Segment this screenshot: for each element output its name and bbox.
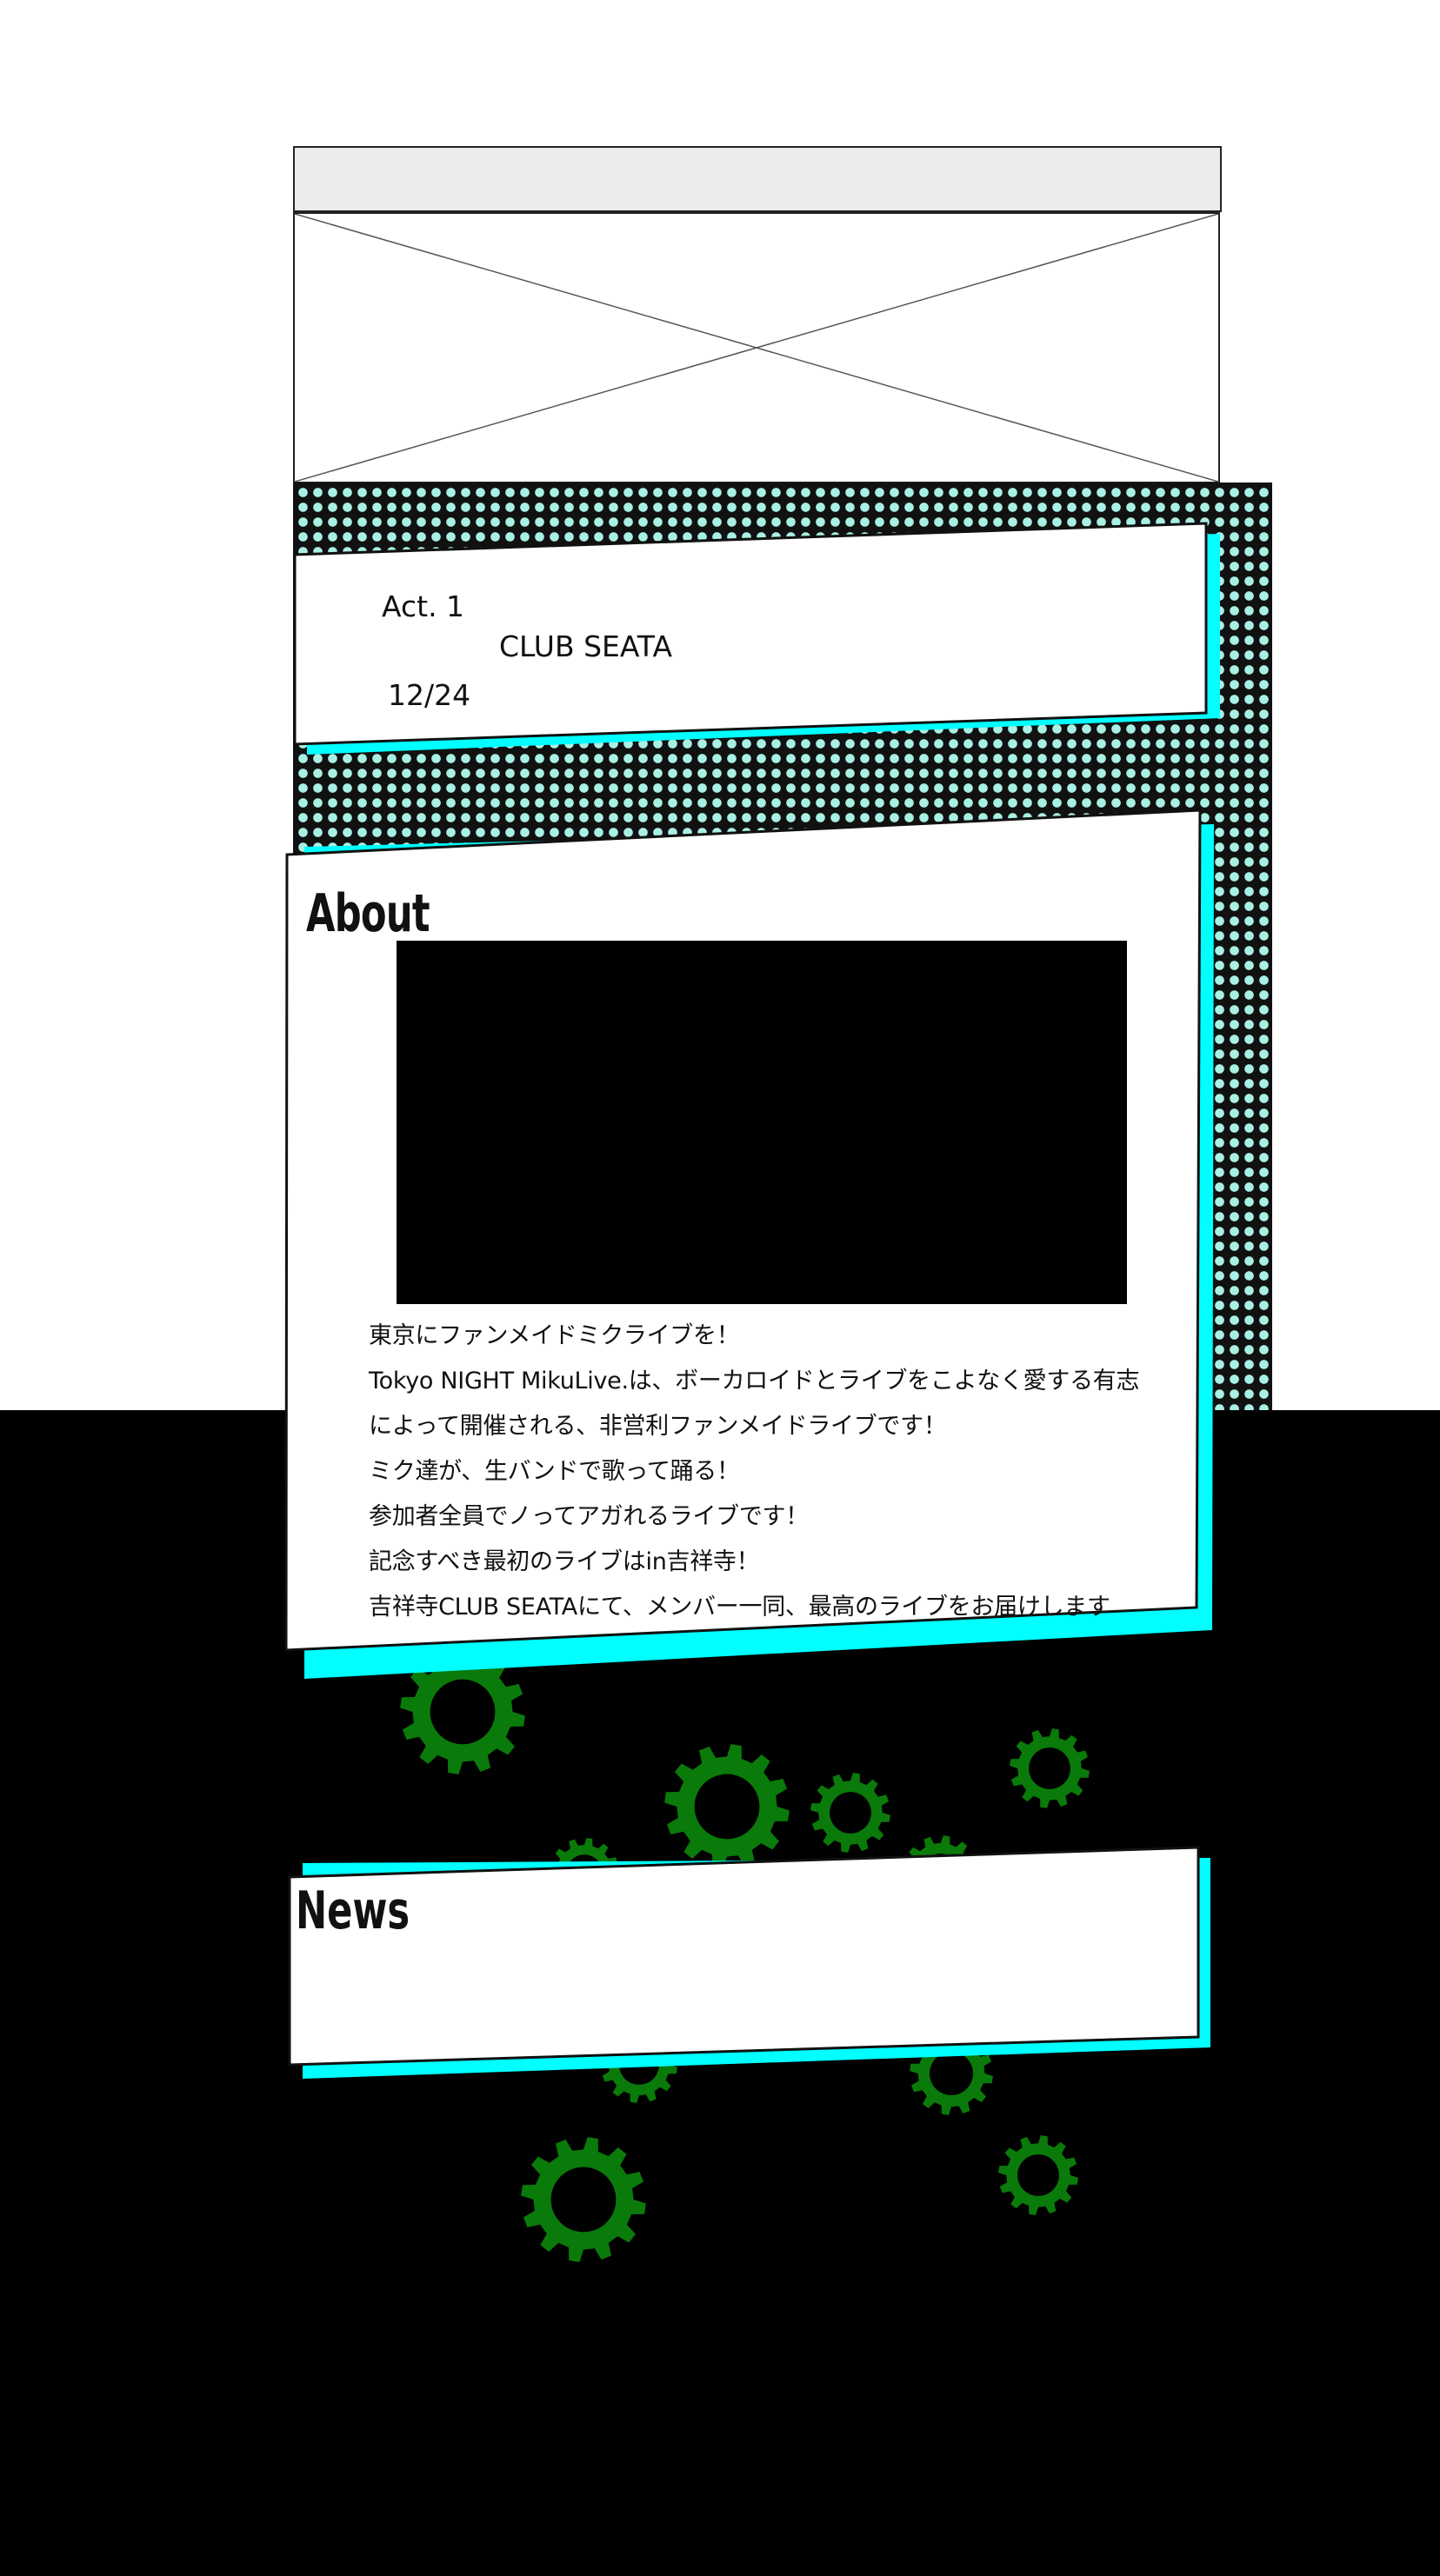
about-text-line: によって開催される、非営利ファンメイドライブです！: [369, 1413, 947, 1440]
about-section: About 東京にファンメイドミクライブを！ Tokyo NIGHT MikuL…: [283, 807, 1214, 1679]
about-text-line: 吉祥寺CLUB SEATAにて、メンバー一同、最高のライブをお届けします: [369, 1594, 1110, 1621]
news-heading: News: [296, 1880, 410, 1941]
about-text-line: ミク達が、生バンドで歌って踊る！: [369, 1458, 740, 1485]
news-section: News: [287, 1846, 1210, 2079]
video-embed[interactable]: [397, 941, 1127, 1304]
about-heading: About: [306, 883, 430, 944]
about-text-line: 記念すべき最初のライブはin吉祥寺！: [369, 1548, 760, 1575]
about-text-line: Tokyo NIGHT MikuLive.は、ボーカロイドとライブをこよなく愛す…: [369, 1368, 1140, 1395]
card-border: [293, 522, 1208, 746]
event-info-card: Act. 1 CLUB SEATA 12/24: [293, 522, 1220, 755]
about-text-line: 参加者全員でノってアガれるライブです！: [369, 1503, 809, 1530]
gear-icon: [810, 1773, 890, 1853]
venue-name: CLUB SEATA: [499, 629, 673, 663]
gear-icon: [521, 2137, 646, 2262]
card-border: [288, 1846, 1200, 2067]
gear-icon: [1010, 1728, 1090, 1808]
gear-icon: [998, 2135, 1078, 2215]
about-text-line: 東京にファンメイドミクライブを！: [369, 1322, 740, 1349]
header-bar: [293, 146, 1222, 212]
event-date: 12/24: [388, 678, 471, 712]
hero-image-placeholder: [293, 212, 1220, 483]
act-label: Act. 1: [382, 589, 465, 623]
